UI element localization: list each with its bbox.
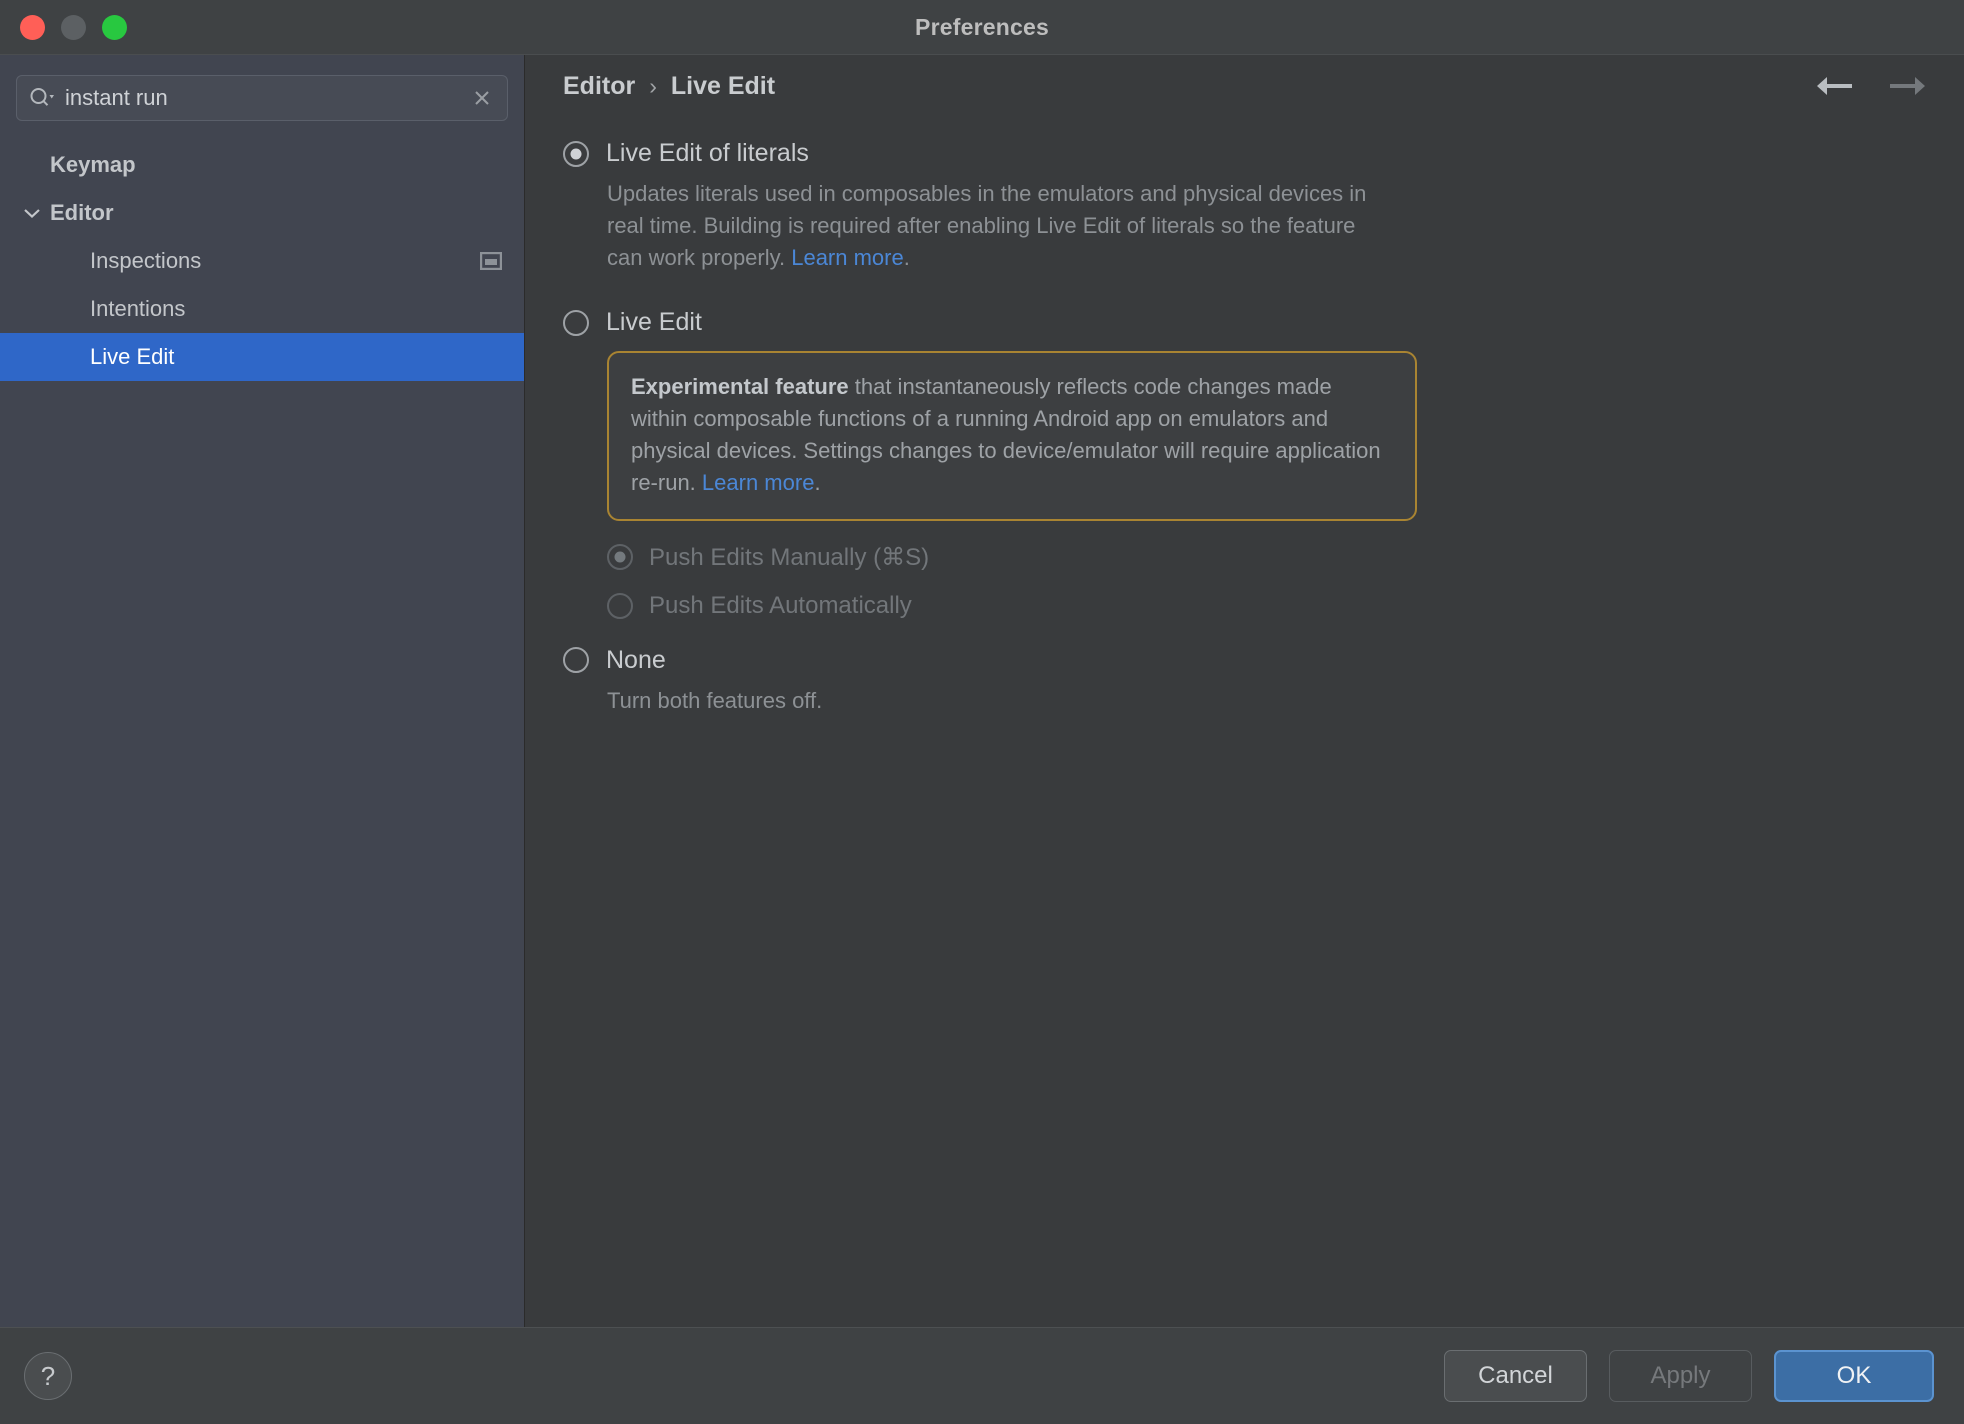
sidebar-item-inspections[interactable]: Inspections (0, 237, 524, 285)
option-push-edits-manually[interactable]: Push Edits Manually (⌘S) (607, 543, 1926, 572)
maximize-button[interactable] (102, 14, 127, 40)
search-icon[interactable] (29, 87, 55, 109)
option-label: Live Edit of literals (606, 139, 809, 167)
dialog-footer: ? Cancel Apply OK (0, 1327, 1964, 1424)
settings-content: Editor › Live Edit Live Edit of literals… (525, 55, 1964, 1327)
description-text: Turn both features off. (607, 687, 823, 713)
settings-tree: Keymap Editor Inspections Intentions Liv… (0, 137, 524, 381)
search-box[interactable] (16, 75, 508, 121)
option-live-edit-of-literals[interactable]: Live Edit of literals (563, 139, 1926, 168)
description-text-tail: . (903, 245, 910, 271)
description-text: Updates literals used in composables in … (607, 181, 1367, 271)
option-none[interactable]: None (563, 646, 1926, 675)
sidebar-item-label: Live Edit (90, 344, 175, 369)
preferences-window: Preferences instant run Keymap Editor In… (0, 0, 1964, 1424)
help-button[interactable]: ? (24, 1352, 72, 1400)
ok-button[interactable]: OK (1774, 1350, 1934, 1402)
option-push-edits-automatically[interactable]: Push Edits Automatically (607, 592, 1926, 620)
callout-body-tail: . (814, 470, 821, 495)
radio-live-edit[interactable] (563, 309, 589, 336)
live-edit-panel: Live Edit of literals Updates literals u… (525, 117, 1964, 1327)
option-label: Live Edit (606, 308, 702, 337)
footer-buttons: Cancel Apply OK (1444, 1350, 1934, 1402)
search-container (0, 75, 524, 137)
title-bar: Preferences (0, 0, 1964, 55)
radio-none[interactable] (563, 647, 589, 674)
callout-text: Experimental feature that instantaneousl… (631, 371, 1393, 499)
breadcrumb-bar: Editor › Live Edit (525, 55, 1964, 117)
window-icon[interactable] (480, 252, 502, 270)
option-label: None (606, 645, 666, 674)
callout-bold-lead: Experimental feature (631, 374, 849, 400)
apply-button[interactable]: Apply (1609, 1350, 1752, 1402)
option-live-edit[interactable]: Live Edit (563, 308, 1926, 337)
search-input[interactable] (65, 85, 461, 111)
sidebar-item-keymap[interactable]: Keymap (0, 141, 524, 189)
clear-icon[interactable] (471, 87, 493, 109)
learn-more-link-literals[interactable]: Learn more (791, 245, 904, 270)
sidebar-item-label: Intentions (90, 296, 186, 321)
cancel-button[interactable]: Cancel (1444, 1350, 1587, 1402)
sidebar-item-live-edit[interactable]: Live Edit (0, 333, 524, 381)
breadcrumb-current: Live Edit (670, 71, 776, 100)
chevron-down-icon[interactable] (14, 206, 50, 220)
option-label: Push Edits Automatically (649, 591, 912, 619)
window-body: Keymap Editor Inspections (0, 55, 1964, 1327)
window-title: Preferences (915, 13, 1049, 40)
breadcrumb: Editor › Live Edit (563, 72, 1814, 101)
live-edit-suboptions: Push Edits Manually (⌘S) Push Edits Auto… (607, 543, 1926, 620)
arrow-left-icon[interactable] (1814, 73, 1854, 99)
minimize-button[interactable] (61, 14, 86, 40)
option-label: Push Edits Manually (⌘S) (649, 543, 930, 571)
option-description-none: Turn both features off. (607, 685, 1347, 717)
radio-push-edits-automatically[interactable] (607, 592, 633, 619)
breadcrumb-parent[interactable]: Editor (563, 72, 635, 101)
sidebar-item-intentions[interactable]: Intentions (0, 285, 524, 333)
radio-push-edits-manually[interactable] (607, 544, 633, 571)
breadcrumb-separator-icon: › (649, 72, 657, 99)
experimental-feature-callout: Experimental feature that instantaneousl… (607, 351, 1417, 521)
sidebar-item-label: Inspections (90, 248, 202, 273)
sidebar-item-editor[interactable]: Editor (0, 189, 524, 237)
settings-sidebar: Keymap Editor Inspections (0, 55, 525, 1327)
radio-live-edit-of-literals[interactable] (563, 140, 589, 167)
option-description-literals: Updates literals used in composables in … (607, 178, 1377, 274)
window-controls (0, 14, 127, 40)
navigation-buttons (1814, 73, 1928, 99)
sidebar-item-label: Editor (50, 200, 114, 225)
sidebar-item-label: Keymap (50, 152, 136, 177)
learn-more-link-live-edit[interactable]: Learn more (702, 470, 815, 495)
close-button[interactable] (20, 14, 45, 40)
arrow-right-icon[interactable] (1888, 73, 1928, 99)
